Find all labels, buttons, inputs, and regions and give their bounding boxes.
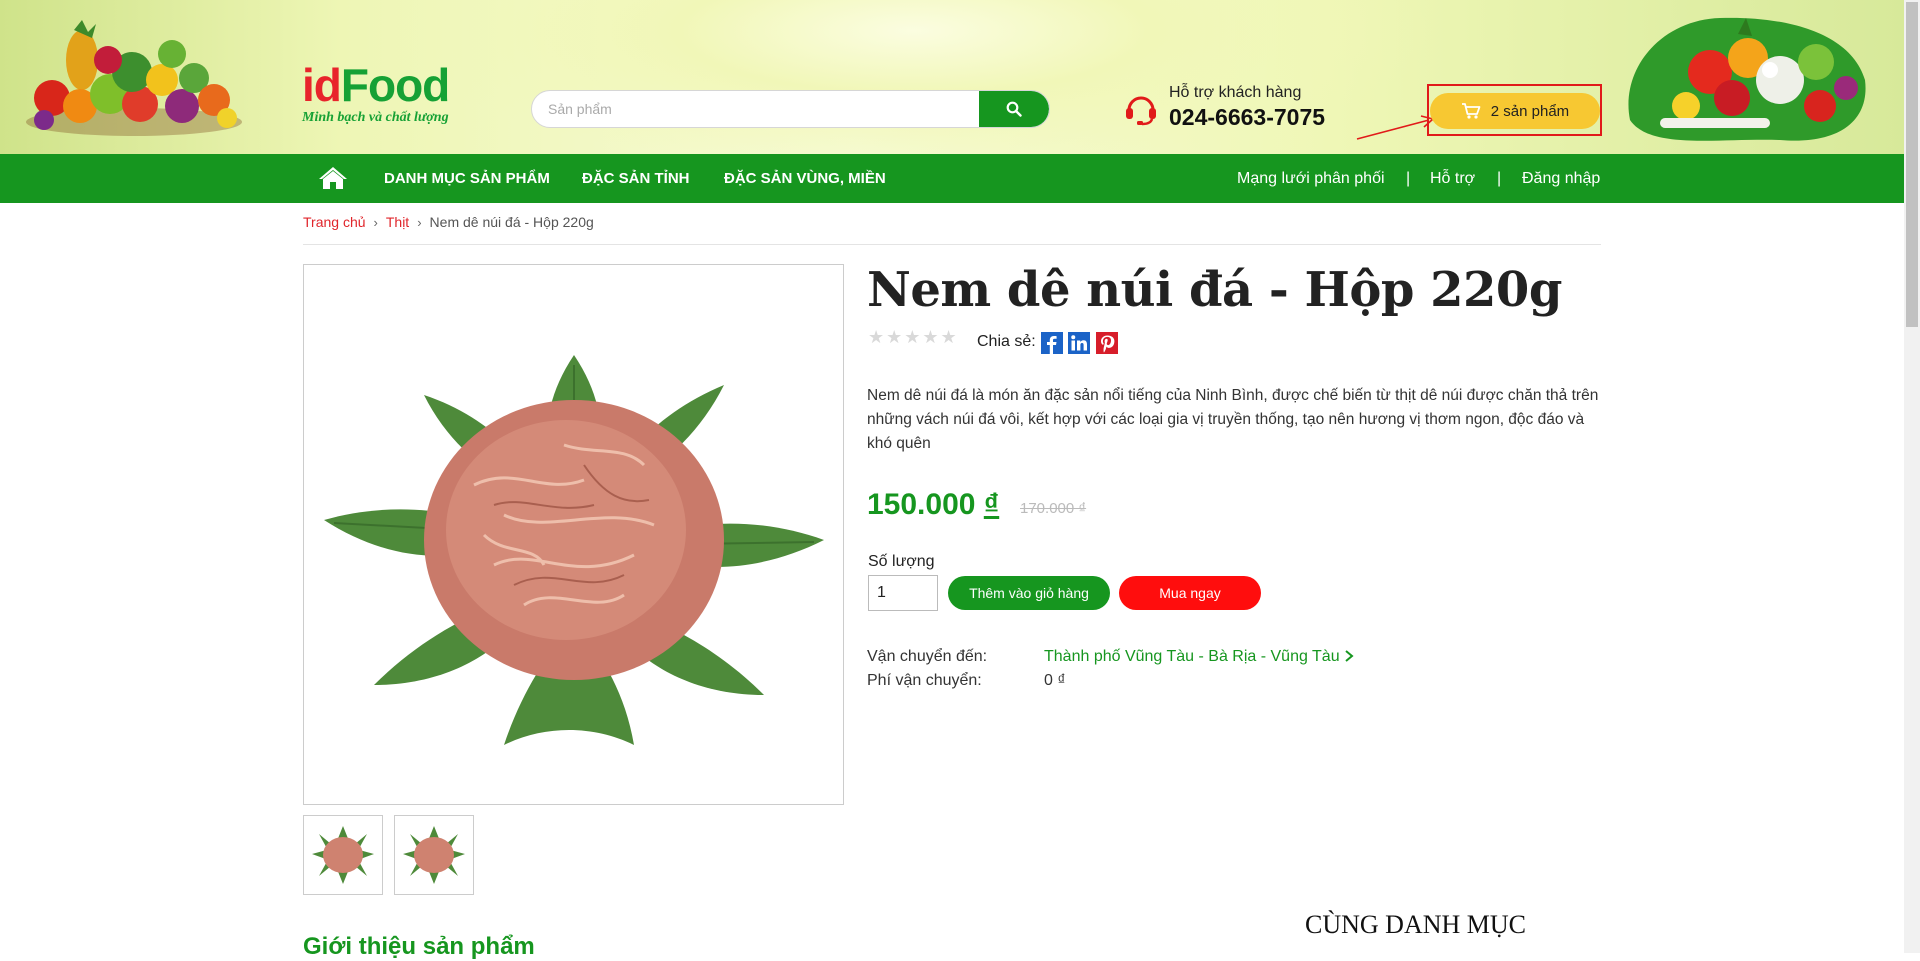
logo-wordmark: idFood <box>302 59 450 111</box>
chevron-right-icon: › <box>373 215 378 230</box>
shipping-location-link[interactable]: Thành phố Vũng Tàu - Bà Rịa - Vũng Tàu <box>1044 648 1354 666</box>
breadcrumb-home[interactable]: Trang chủ <box>303 214 366 230</box>
facebook-icon[interactable] <box>1041 332 1063 354</box>
main-nav: DANH MỤC SẢN PHẨM ĐẶC SẢN TỈNH ĐẶC SẢN V… <box>0 154 1904 203</box>
nav-item-regional-specialties[interactable]: ĐẶC SẢN VÙNG, MIỀN <box>724 170 886 187</box>
product-thumbnail[interactable] <box>303 815 383 895</box>
share-label: Chia sẻ: <box>977 333 1036 350</box>
cart-icon <box>1461 103 1481 119</box>
search-bar <box>531 90 1050 128</box>
thumbnail-photo <box>312 826 374 884</box>
search-icon <box>1006 101 1022 117</box>
headset-icon <box>1126 96 1156 126</box>
breadcrumb-current: Nem dê núi đá - Hộp 220g <box>429 214 594 230</box>
fruit-basket-image <box>26 20 242 136</box>
product-title: Nem dê núi đá - Hộp 220g <box>867 262 1562 318</box>
product-price: 150.000 ₫ <box>867 488 1000 521</box>
nav-item-distribution-network[interactable]: Mạng lưới phân phối <box>1237 170 1385 188</box>
quantity-input[interactable] <box>868 575 938 611</box>
cart-count-label: 2 sản phẩm <box>1490 102 1570 120</box>
product-thumbnail[interactable] <box>394 815 474 895</box>
nav-item-provincial-specialties[interactable]: ĐẶC SẢN TỈNH <box>582 170 690 187</box>
site-header: idFood Minh bạch và chất lượng Hỗ trợ kh… <box>0 0 1904 154</box>
home-icon[interactable] <box>318 166 348 190</box>
support-phone[interactable]: 024-6663-7075 <box>1169 104 1325 131</box>
nav-separator: | <box>1406 170 1411 187</box>
nav-item-login[interactable]: Đăng nhập <box>1522 170 1600 188</box>
product-description: Nem dê núi đá là món ăn đặc sản nổi tiến… <box>867 387 1599 452</box>
site-logo[interactable]: idFood Minh bạch và chất lượng <box>302 62 462 132</box>
nav-item-support[interactable]: Hỗ trợ <box>1430 170 1475 188</box>
pinterest-icon[interactable] <box>1096 332 1118 354</box>
cart-button[interactable]: 2 sản phẩm <box>1430 93 1600 129</box>
same-category-heading: CÙNG DANH MỤC <box>1305 910 1527 939</box>
vegetables-image <box>1628 17 1866 141</box>
product-old-price: 170.000 ₫ <box>1020 500 1087 517</box>
logo-tagline: Minh bạch và chất lượng <box>302 110 449 125</box>
annotation-arrow <box>1356 115 1435 140</box>
product-intro-heading: Giới thiệu sản phẩm <box>303 933 535 960</box>
support-label: Hỗ trợ khách hàng <box>1169 84 1302 101</box>
shipping-fee-value: 0 ₫ <box>1044 672 1066 689</box>
page-scrollbar-thumb[interactable] <box>1906 2 1918 327</box>
add-to-cart-button[interactable]: Thêm vào giỏ hàng <box>948 576 1110 610</box>
buy-now-button[interactable]: Mua ngay <box>1119 576 1261 610</box>
breadcrumb-category[interactable]: Thịt <box>386 214 409 230</box>
shipping-fee-label: Phí vận chuyển: <box>867 672 982 689</box>
search-button[interactable] <box>979 91 1049 127</box>
nav-item-product-categories[interactable]: DANH MỤC SẢN PHẨM <box>384 170 550 187</box>
thumbnail-photo <box>403 826 465 884</box>
product-photo <box>324 355 824 745</box>
chevron-right-icon <box>1345 650 1354 662</box>
shipping-to-label: Vận chuyển đến: <box>867 648 988 665</box>
chevron-right-icon: › <box>417 215 422 230</box>
nav-separator: | <box>1497 170 1502 187</box>
rating-stars[interactable]: ★★★★★ <box>868 327 959 348</box>
quantity-label: Số lượng <box>868 553 935 570</box>
search-input[interactable] <box>532 91 978 127</box>
product-main-image[interactable] <box>303 264 844 805</box>
linkedin-icon[interactable] <box>1068 332 1090 354</box>
breadcrumb: Trang chủ › Thịt › Nem dê núi đá - Hộp 220g <box>303 214 594 230</box>
divider <box>303 244 1601 245</box>
